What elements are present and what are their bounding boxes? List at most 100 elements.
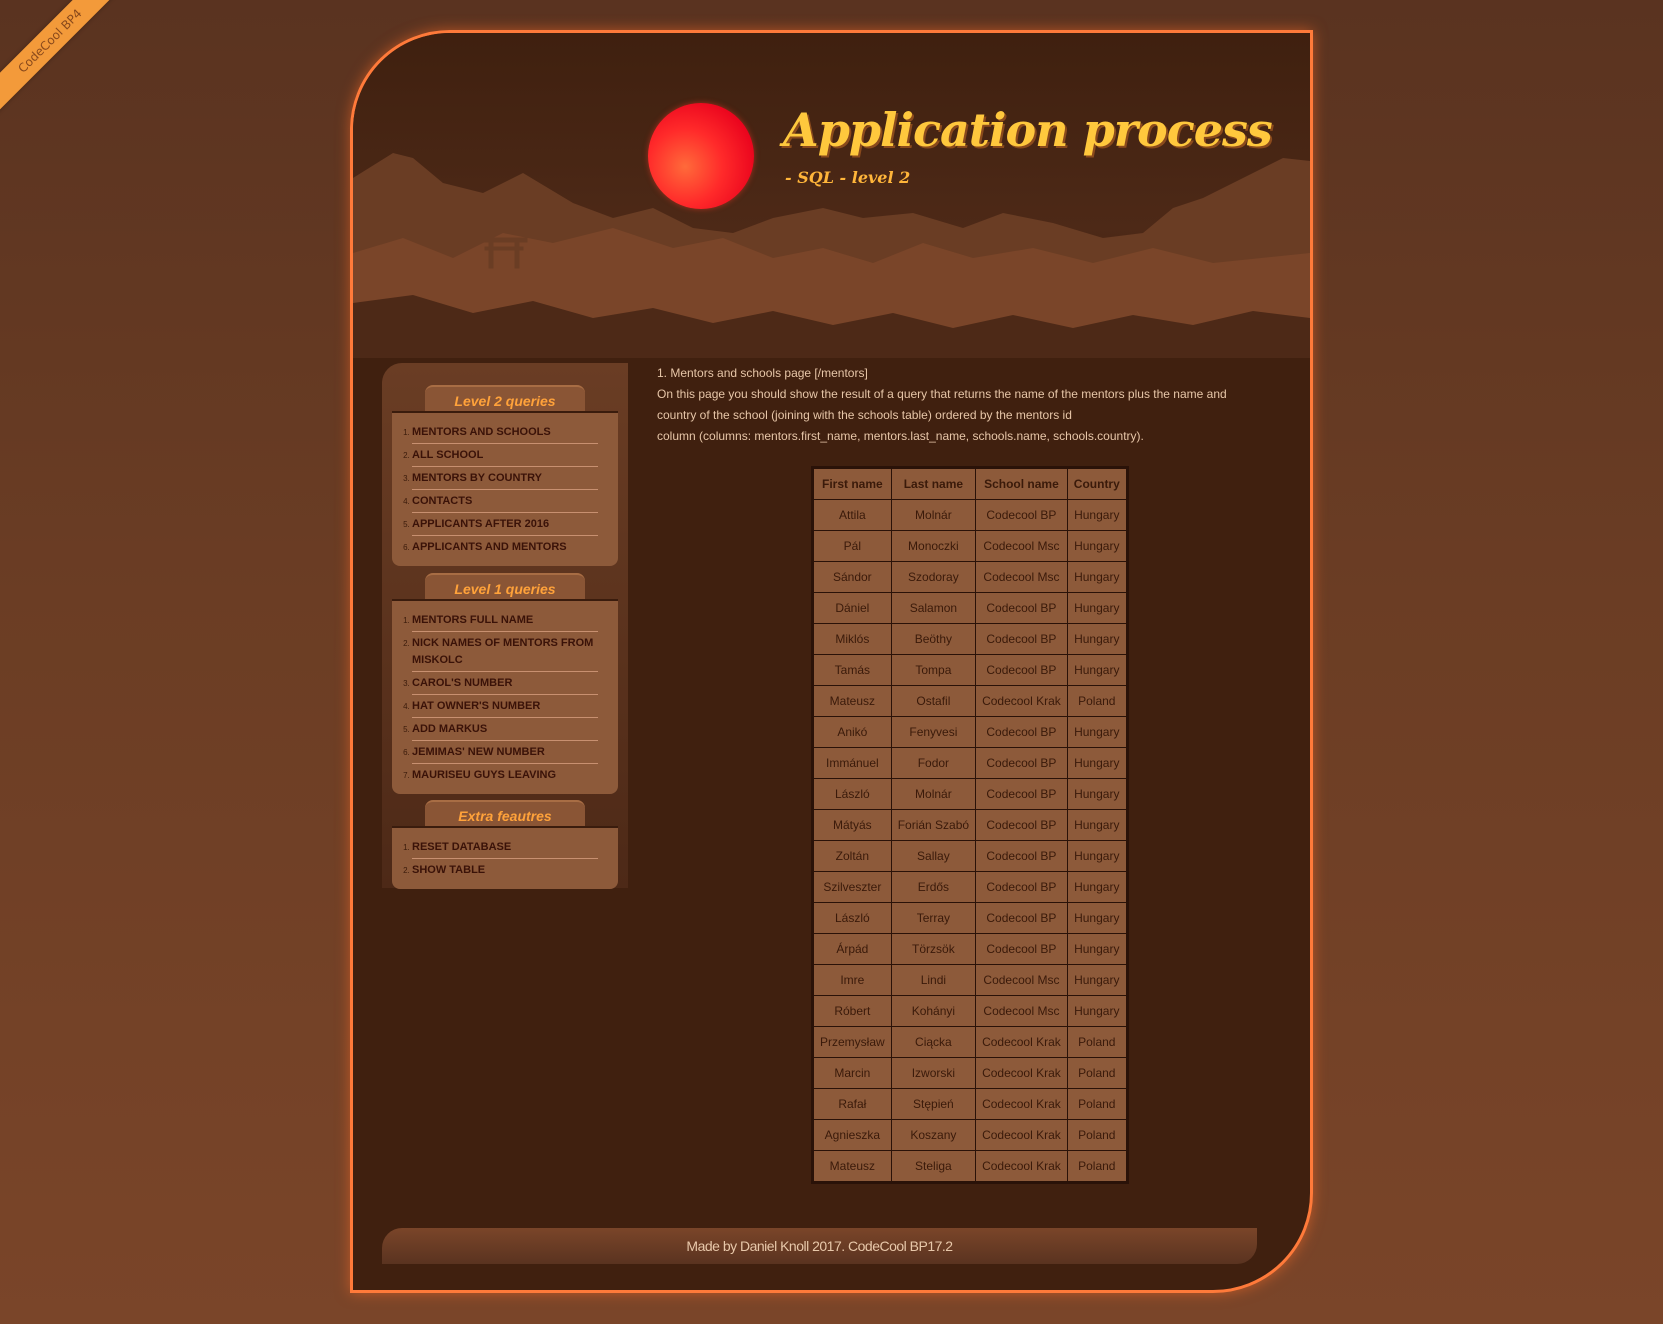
table-cell: Törzsök — [890, 933, 977, 965]
table-row: László Molnár Codecool BP Hungary — [812, 778, 1128, 810]
table-cell: Codecool Msc — [975, 964, 1068, 996]
table-cell: Hungary — [1066, 964, 1128, 996]
table-cell: Ciącka — [890, 1026, 977, 1058]
menu-item-carols-number[interactable]: CAROL'S NUMBER — [412, 672, 598, 695]
table-cell: Codecool Msc — [975, 530, 1068, 562]
table-cell: Codecool Krak — [975, 685, 1068, 717]
menu-item-jemimas-new-number[interactable]: JEMIMAS' NEW NUMBER — [412, 741, 598, 764]
table-row: Árpád Törzsök Codecool BP Hungary — [812, 933, 1128, 965]
table-cell: Hungary — [1066, 995, 1128, 1027]
menu-item-all-school[interactable]: ALL SCHOOL — [412, 444, 598, 467]
table-cell: Poland — [1066, 685, 1128, 717]
table-cell: Hungary — [1066, 871, 1128, 903]
table-cell: Codecool Krak — [975, 1119, 1068, 1151]
menu-item-applicants-after-2016[interactable]: APPLICANTS AFTER 2016 — [412, 513, 598, 536]
table-cell: Pál — [812, 530, 892, 562]
table-cell: Szilveszter — [812, 871, 892, 903]
table-cell: Przemysław — [812, 1026, 892, 1058]
table-row: Miklós Beöthy Codecool BP Hungary — [812, 623, 1128, 655]
table-cell: Fenyvesi — [890, 716, 977, 748]
table-cell: Hungary — [1066, 561, 1128, 593]
content-description-1: On this page you should show the result … — [657, 387, 1227, 401]
menu-item-add-markus[interactable]: ADD MARKUS — [412, 718, 598, 741]
menu-level1: MENTORS FULL NAME NICK NAMES OF MENTORS … — [392, 599, 618, 794]
table-cell: Hungary — [1066, 902, 1128, 934]
page-subtitle: - SQL - level 2 — [785, 168, 911, 187]
table-cell: Hungary — [1066, 933, 1128, 965]
menu-item-mentors-by-country[interactable]: MENTORS BY COUNTRY — [412, 467, 598, 490]
menu-item-hat-owners-number[interactable]: HAT OWNER'S NUMBER — [412, 695, 598, 718]
column-header: First name — [812, 467, 892, 500]
menu-item-reset-database[interactable]: RESET DATABASE — [412, 836, 598, 859]
table-cell: Poland — [1066, 1150, 1128, 1183]
menu-item-contacts[interactable]: CONTACTS — [412, 490, 598, 513]
table-cell: Forián Szabó — [890, 809, 977, 841]
table-cell: Codecool BP — [975, 840, 1068, 872]
table-cell: Agnieszka — [812, 1119, 892, 1151]
menu-item-show-table[interactable]: SHOW TABLE — [412, 859, 598, 881]
table-cell: Poland — [1066, 1026, 1128, 1058]
table-row: Attila Molnár Codecool BP Hungary — [812, 499, 1128, 531]
table-row: Anikó Fenyvesi Codecool BP Hungary — [812, 716, 1128, 748]
table-cell: Sallay — [890, 840, 977, 872]
table-cell: Codecool BP — [975, 623, 1068, 655]
table-cell: Hungary — [1066, 809, 1128, 841]
table-cell: Koszany — [890, 1119, 977, 1151]
table-cell: Sándor — [812, 561, 892, 593]
table-cell: Codecool BP — [975, 871, 1068, 903]
mentors-table: First name Last name School name Country… — [811, 466, 1129, 1184]
table-cell: Poland — [1066, 1088, 1128, 1120]
table-cell: Fodor — [890, 747, 977, 779]
table-row: Przemysław Ciącka Codecool Krak Poland — [812, 1026, 1128, 1058]
table-cell: Árpád — [812, 933, 892, 965]
sidebar: Level 2 queries MENTORS AND SCHOOLS ALL … — [382, 363, 628, 889]
table-cell: Molnár — [890, 499, 977, 531]
table-cell: Poland — [1066, 1057, 1128, 1089]
menu-item-mentors-and-schools[interactable]: MENTORS AND SCHOOLS — [412, 421, 598, 444]
menu-item-mauriseu-guys-leaving[interactable]: MAURISEU GUYS LEAVING — [412, 764, 598, 786]
table-cell: Lindi — [890, 964, 977, 996]
table-cell: Stępień — [890, 1088, 977, 1120]
menu-extra: RESET DATABASE SHOW TABLE — [392, 826, 618, 889]
content-description-2: country of the school (joining with the … — [657, 408, 1072, 422]
table-cell: Codecool BP — [975, 933, 1068, 965]
column-header: Last name — [890, 467, 977, 500]
table-cell: Marcin — [812, 1057, 892, 1089]
table-cell: Molnár — [890, 778, 977, 810]
table-cell: Codecool Krak — [975, 1088, 1068, 1120]
table-row: Mateusz Steliga Codecool Krak Poland — [812, 1150, 1128, 1183]
menu-item-mentors-full-name[interactable]: MENTORS FULL NAME — [412, 609, 598, 632]
table-row: Szilveszter Erdős Codecool BP Hungary — [812, 871, 1128, 903]
table-row: Mátyás Forián Szabó Codecool BP Hungary — [812, 809, 1128, 841]
table-cell: Hungary — [1066, 623, 1128, 655]
table-row: Mateusz Ostafil Codecool Krak Poland — [812, 685, 1128, 717]
table-cell: Miklós — [812, 623, 892, 655]
table-row: Immánuel Fodor Codecool BP Hungary — [812, 747, 1128, 779]
table-header-row: First name Last name School name Country — [812, 467, 1128, 500]
table-row: Dániel Salamon Codecool BP Hungary — [812, 592, 1128, 624]
menu-item-nick-names[interactable]: NICK NAMES OF MENTORS FROM MISKOLC — [412, 632, 598, 672]
table-cell: Tompa — [890, 654, 977, 686]
content-heading: 1. Mentors and schools page [/mentors] — [657, 366, 868, 380]
content-description-3: column (columns: mentors.first_name, men… — [657, 429, 1144, 443]
table-cell: Beöthy — [890, 623, 977, 655]
table-cell: Codecool BP — [975, 809, 1068, 841]
table-cell: Izworski — [890, 1057, 977, 1089]
table-cell: Codecool BP — [975, 778, 1068, 810]
table-row: Pál Monoczki Codecool Msc Hungary — [812, 530, 1128, 562]
table-cell: Hungary — [1066, 747, 1128, 779]
table-row: Imre Lindi Codecool Msc Hungary — [812, 964, 1128, 996]
table-cell: Hungary — [1066, 654, 1128, 686]
table-cell: Mátyás — [812, 809, 892, 841]
corner-ribbon: CodeCool BP4 — [0, 0, 123, 114]
table-cell: Zoltán — [812, 840, 892, 872]
menu-item-applicants-and-mentors[interactable]: APPLICANTS AND MENTORS — [412, 536, 598, 558]
table-cell: László — [812, 778, 892, 810]
table-row: Tamás Tompa Codecool BP Hungary — [812, 654, 1128, 686]
table-cell: Immánuel — [812, 747, 892, 779]
table-cell: Codecool Krak — [975, 1057, 1068, 1089]
table-cell: Anikó — [812, 716, 892, 748]
table-cell: Mateusz — [812, 1150, 892, 1183]
table-cell: Steliga — [890, 1150, 977, 1183]
table-cell: Codecool Krak — [975, 1150, 1068, 1183]
